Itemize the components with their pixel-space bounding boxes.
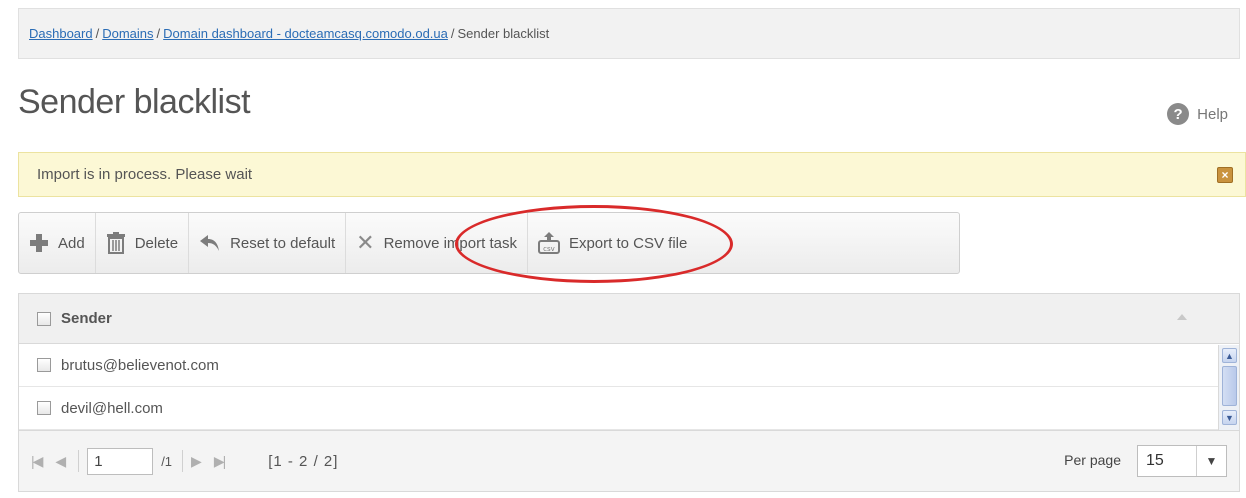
alert-message: Import is in process. Please wait: [37, 166, 253, 183]
pager-divider: [182, 450, 184, 472]
scroll-down-icon[interactable]: ▼: [1222, 410, 1237, 425]
add-button[interactable]: Add: [19, 213, 96, 273]
last-page-icon[interactable]: ▶|: [214, 453, 226, 470]
undo-arrow-icon: [199, 233, 221, 253]
trash-icon: [106, 232, 126, 254]
scroll-thumb[interactable]: [1222, 366, 1237, 406]
delete-button-label: Delete: [134, 234, 179, 252]
chevron-down-icon[interactable]: ▼: [1196, 446, 1226, 476]
plus-icon: [29, 233, 49, 253]
toolbar: Add Delete Reset to default ✕ Remove imp…: [18, 212, 960, 274]
breadcrumb-dashboard-link[interactable]: Dashboard: [29, 26, 93, 41]
page: Dashboard / Domains / Domain dashboard -…: [0, 0, 1246, 498]
sender-column-header[interactable]: Sender: [61, 310, 112, 327]
page-number-input[interactable]: 1: [87, 447, 154, 475]
per-page-label: Per page: [1064, 452, 1121, 468]
breadcrumb-separator: /: [450, 26, 455, 41]
remove-import-task-button[interactable]: ✕ Remove import task: [346, 213, 528, 273]
import-status-alert: Import is in process. Please wait ×: [18, 152, 1246, 197]
help-icon: ?: [1167, 103, 1190, 125]
pagination-bar: |◀ ◀ 1 /1 ▶ ▶| [1 - 2 / 2] Per page 15 ▼: [19, 430, 1239, 491]
breadcrumb: Dashboard / Domains / Domain dashboard -…: [18, 8, 1240, 59]
alert-close-icon[interactable]: ×: [1217, 167, 1233, 183]
help-link[interactable]: ? Help: [1167, 103, 1228, 125]
sender-email: brutus@believenot.com: [61, 356, 219, 374]
scroll-up-icon[interactable]: ▲: [1222, 348, 1237, 363]
row-checkbox[interactable]: [37, 401, 51, 415]
first-page-icon[interactable]: |◀: [31, 453, 43, 470]
table-row[interactable]: brutus@believenot.com: [19, 344, 1219, 387]
next-page-icon[interactable]: ▶: [191, 453, 202, 470]
close-x-icon: ✕: [356, 230, 375, 255]
export-csv-label: Export to CSV file: [568, 234, 688, 252]
export-csv-button[interactable]: csv Export to CSV file: [528, 213, 697, 273]
breadcrumb-current: Sender blacklist: [457, 26, 550, 41]
row-checkbox[interactable]: [37, 358, 51, 372]
table-header: Sender: [19, 294, 1239, 344]
remove-import-task-label: Remove import task: [383, 234, 517, 252]
per-page-value: 15: [1146, 452, 1164, 469]
breadcrumb-domain-dashboard-link[interactable]: Domain dashboard - docteamcasq.comodo.od…: [163, 26, 448, 41]
breadcrumb-separator: /: [156, 26, 161, 41]
breadcrumb-domains-link[interactable]: Domains: [102, 26, 153, 41]
sender-email: devil@hell.com: [61, 399, 163, 417]
delete-button[interactable]: Delete: [96, 213, 190, 273]
breadcrumb-separator: /: [95, 26, 100, 41]
help-label: Help: [1197, 105, 1228, 123]
pager-divider: [78, 450, 80, 472]
vertical-scrollbar[interactable]: ▲ ▼: [1218, 345, 1239, 431]
sender-table: Sender brutus@believenot.com devil@hell.…: [18, 293, 1240, 492]
reset-button-label: Reset to default: [230, 234, 336, 252]
total-pages: /1: [161, 453, 173, 469]
per-page-select[interactable]: 15 ▼: [1137, 445, 1227, 477]
svg-text:csv: csv: [543, 245, 555, 253]
sort-arrow-icon[interactable]: [1177, 314, 1187, 320]
page-title: Sender blacklist: [18, 83, 251, 121]
table-row[interactable]: devil@hell.com: [19, 387, 1219, 430]
previous-page-icon[interactable]: ◀: [55, 453, 66, 470]
add-button-label: Add: [58, 234, 85, 252]
record-range: [1 - 2 / 2]: [268, 452, 339, 470]
csv-export-icon: csv: [537, 232, 560, 254]
select-all-checkbox[interactable]: [37, 311, 51, 326]
reset-to-default-button[interactable]: Reset to default: [189, 213, 347, 273]
